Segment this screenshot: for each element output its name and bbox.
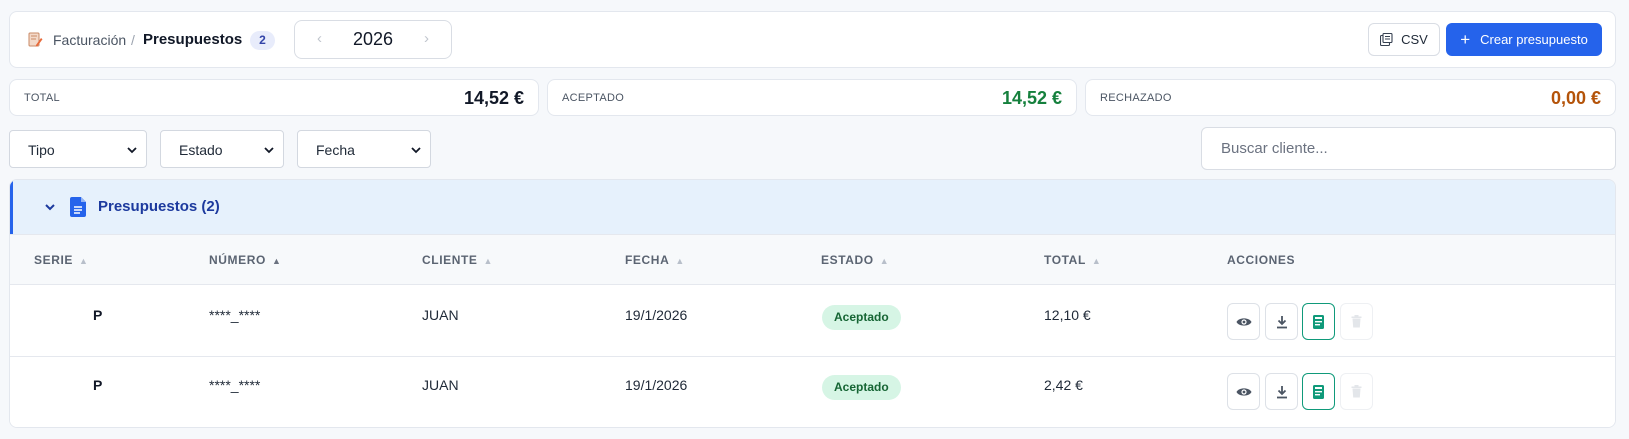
stat-total-value: 14,52 € bbox=[463, 88, 524, 108]
cell-fecha: 19/1/2026 bbox=[625, 377, 688, 393]
column-header-cliente[interactable]: CLIENTE ▲ bbox=[422, 253, 493, 267]
search-client-input[interactable] bbox=[1201, 127, 1616, 170]
view-button[interactable] bbox=[1227, 373, 1260, 410]
stat-total-label: TOTAL bbox=[24, 92, 60, 104]
trash-icon bbox=[1351, 315, 1362, 328]
status-badge: Aceptado bbox=[822, 375, 901, 400]
chevron-down-icon[interactable] bbox=[43, 200, 57, 214]
filter-type-select[interactable]: Tipo bbox=[9, 130, 147, 168]
convert-to-invoice-button[interactable] bbox=[1302, 303, 1335, 340]
document-icon bbox=[70, 197, 86, 217]
sort-icon: ▲ bbox=[271, 256, 282, 266]
edit-document-icon bbox=[28, 32, 43, 47]
page-header: Facturación / Presupuestos 2 ‹ 2026 › CS… bbox=[9, 11, 1616, 68]
filter-status-label: Estado bbox=[179, 142, 223, 158]
column-header-serie[interactable]: SERIE ▲ bbox=[34, 253, 89, 267]
table-row[interactable]: P ****_**** JUAN 19/1/2026 Aceptado 2,42… bbox=[10, 357, 1615, 427]
cell-serie: P bbox=[93, 307, 103, 323]
breadcrumb-parent[interactable]: Facturación bbox=[53, 32, 126, 48]
cell-cliente: JUAN bbox=[422, 377, 459, 393]
download-button[interactable] bbox=[1265, 373, 1298, 410]
page-title: Presupuestos bbox=[143, 31, 243, 48]
export-csv-button[interactable]: CSV bbox=[1368, 23, 1440, 56]
spreadsheet-icon bbox=[1380, 33, 1393, 46]
count-badge: 2 bbox=[250, 31, 275, 50]
cell-serie: P bbox=[93, 377, 103, 393]
chevron-down-icon bbox=[127, 147, 137, 154]
year-selector: ‹ 2026 › bbox=[294, 20, 452, 59]
stat-rejected-label: RECHAZADO bbox=[1100, 92, 1172, 104]
stat-rejected: RECHAZADO 0,00 € bbox=[1085, 79, 1616, 116]
convert-to-invoice-button[interactable] bbox=[1302, 373, 1335, 410]
sort-icon: ▲ bbox=[879, 256, 890, 266]
view-button[interactable] bbox=[1227, 303, 1260, 340]
plus-icon: + bbox=[1460, 30, 1471, 49]
stat-accepted-value: 14,52 € bbox=[1001, 88, 1062, 108]
sort-icon: ▲ bbox=[675, 256, 685, 266]
group-title: Presupuestos (2) bbox=[98, 198, 220, 215]
download-icon bbox=[1276, 315, 1287, 328]
sort-icon: ▲ bbox=[483, 256, 494, 266]
download-button[interactable] bbox=[1265, 303, 1298, 340]
stat-accepted-label: ACEPTADO bbox=[562, 92, 625, 104]
receipt-icon bbox=[1313, 314, 1324, 329]
cell-total: 2,42 € bbox=[1044, 377, 1083, 393]
table-header: SERIE ▲ NÚMERO ▲ CLIENTE ▲ FECHA ▲ ESTADO ▲ T… bbox=[10, 234, 1615, 285]
group-header[interactable]: Presupuestos (2) bbox=[10, 180, 1615, 234]
column-header-total[interactable]: TOTAL ▲ bbox=[1044, 253, 1101, 267]
delete-button[interactable] bbox=[1340, 373, 1373, 410]
filter-status-select[interactable]: Estado bbox=[160, 130, 284, 168]
cell-fecha: 19/1/2026 bbox=[625, 307, 688, 323]
eye-icon bbox=[1236, 317, 1251, 326]
create-budget-button[interactable]: + Crear presupuesto bbox=[1446, 23, 1602, 56]
cell-numero: ****_**** bbox=[209, 307, 261, 323]
delete-button[interactable] bbox=[1340, 303, 1373, 340]
cell-numero: ****_**** bbox=[209, 377, 261, 393]
table-row[interactable]: P ****_**** JUAN 19/1/2026 Aceptado 12,1… bbox=[10, 286, 1615, 357]
trash-icon bbox=[1351, 385, 1362, 398]
filter-type-label: Tipo bbox=[28, 142, 55, 158]
filter-date-label: Fecha bbox=[316, 142, 355, 158]
eye-icon bbox=[1236, 387, 1251, 396]
column-header-acciones: ACCIONES bbox=[1227, 253, 1296, 267]
column-header-numero[interactable]: NÚMERO ▲ bbox=[209, 253, 281, 267]
sort-icon: ▲ bbox=[79, 256, 89, 266]
filter-date-select[interactable]: Fecha bbox=[297, 130, 431, 168]
stat-rejected-value: 0,00 € bbox=[1550, 88, 1601, 108]
stat-accepted: ACEPTADO 14,52 € bbox=[547, 79, 1077, 116]
csv-label: CSV bbox=[1401, 32, 1428, 47]
sort-icon: ▲ bbox=[1091, 256, 1102, 266]
column-header-fecha[interactable]: FECHA ▲ bbox=[625, 253, 685, 267]
chevron-down-icon bbox=[411, 147, 421, 154]
cell-total: 12,10 € bbox=[1044, 307, 1091, 323]
column-header-estado[interactable]: ESTADO ▲ bbox=[821, 253, 889, 267]
year-next-button[interactable]: › bbox=[424, 30, 429, 47]
breadcrumb-separator: / bbox=[131, 32, 135, 48]
chevron-down-icon bbox=[264, 147, 274, 154]
create-budget-label: Crear presupuesto bbox=[1480, 32, 1588, 47]
cell-cliente: JUAN bbox=[422, 307, 459, 323]
status-badge: Aceptado bbox=[822, 305, 901, 330]
receipt-icon bbox=[1313, 384, 1324, 399]
download-icon bbox=[1276, 385, 1287, 398]
stat-total: TOTAL 14,52 € bbox=[9, 79, 539, 116]
budgets-table-card: Presupuestos (2) SERIE ▲ NÚMERO ▲ CLIENTE ▲… bbox=[9, 179, 1616, 428]
